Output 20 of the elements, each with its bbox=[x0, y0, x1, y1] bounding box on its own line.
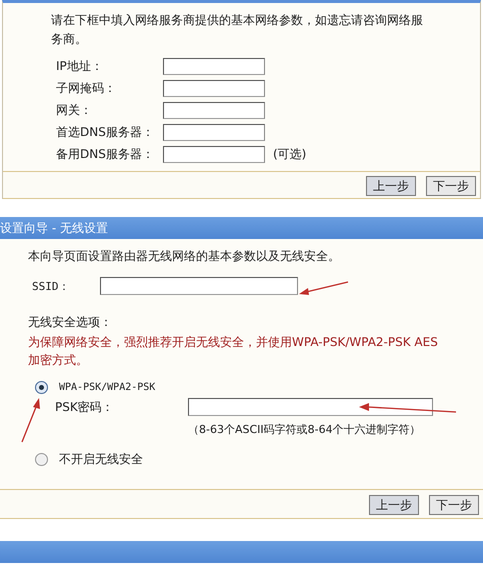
field-label: 子网掩码： bbox=[56, 80, 117, 96]
field-label: SSID： bbox=[32, 278, 70, 294]
field-label: 首选DNS服务器： bbox=[56, 124, 155, 140]
step-button[interactable]: 下一步 bbox=[426, 176, 476, 196]
field-label: PSK密码： bbox=[55, 398, 115, 416]
field-label: 备用DNS服务器： bbox=[56, 146, 155, 162]
hint-text: （8-63个ASCII码字符或8-64个十六进制字符） bbox=[188, 422, 422, 437]
step-button[interactable]: 上一步 bbox=[366, 176, 416, 196]
field-label: 网关： bbox=[56, 102, 93, 118]
step-button[interactable]: 上一步 bbox=[369, 495, 419, 515]
section-heading: 无线安全选项： bbox=[28, 314, 113, 331]
intro-text: 请在下框中填入网络服务商提供的基本网络参数，如遗忘请咨询网络服务商。 bbox=[51, 12, 424, 48]
optional-note: (可选) bbox=[273, 146, 306, 162]
warning-text: 为保障网络安全，强烈推荐开启无线安全，并使用WPA-PSK/WPA2-PSK AES加密方式。 bbox=[28, 334, 439, 369]
panel-title: 设置向导 - 无线设置 bbox=[0, 220, 108, 236]
option-label: 不开启无线安全 bbox=[59, 451, 143, 468]
field-label: IP地址： bbox=[56, 58, 104, 74]
option-label: WPA-PSK/WPA2-PSK bbox=[59, 382, 156, 393]
step-button[interactable]: 下一步 bbox=[429, 495, 479, 515]
intro-text: 本向导页面设置路由器无线网络的基本参数以及无线安全。 bbox=[28, 248, 341, 265]
